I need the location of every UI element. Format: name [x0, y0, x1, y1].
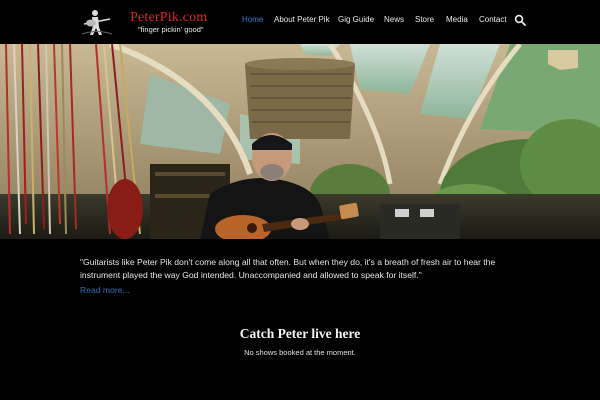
logo-tagline: "finger pickin' good"	[138, 25, 204, 34]
nav-item-news[interactable]: News	[384, 15, 404, 24]
search-icon[interactable]	[514, 14, 526, 26]
nav-item-store[interactable]: Store	[415, 15, 434, 24]
site-header: PeterPik.com "finger pickin' good" Home …	[0, 0, 600, 44]
gigs-empty-message: No shows booked at the moment.	[244, 348, 356, 357]
site-logo[interactable]: PeterPik.com "finger pickin' good"	[82, 7, 212, 37]
nav-item-home[interactable]: Home	[242, 15, 263, 24]
nav-item-media[interactable]: Media	[446, 15, 468, 24]
guitarist-logo-icon	[82, 10, 112, 35]
testimonial-quote: "Guitarists like Peter Pik don't come al…	[80, 257, 496, 280]
nav-item-gig-guide[interactable]: Gig Guide	[338, 15, 374, 24]
logo-name: PeterPik.com	[130, 10, 208, 25]
nav-item-about[interactable]: About Peter Pik	[274, 15, 330, 24]
hero-scene	[0, 44, 600, 239]
nav-item-contact[interactable]: Contact	[479, 15, 507, 24]
gigs-section-title: Catch Peter live here	[239, 326, 361, 341]
read-more-link[interactable]: Read more...	[80, 285, 130, 295]
hero-image	[0, 44, 600, 239]
